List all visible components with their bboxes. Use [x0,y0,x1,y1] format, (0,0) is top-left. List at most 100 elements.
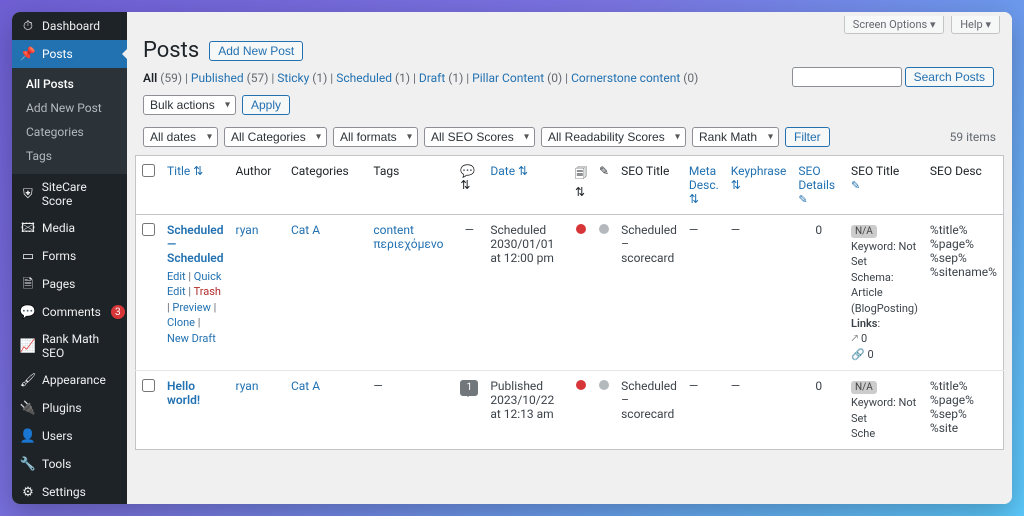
date-cell: Scheduled 2030/01/01 at 12:00 pm [484,215,569,371]
sidebar-item-dashboard[interactable]: ⏱ Dashboard [12,12,127,40]
forms-icon: ▭ [20,248,36,264]
label: Posts [42,47,73,61]
help-tab[interactable]: Help ▾ [951,16,1000,34]
filter-scheduled[interactable]: Scheduled [336,71,392,85]
sidebar-item-rankmath[interactable]: 📈 Rank Math SEO [12,326,127,366]
status-filter-links: All (59) | Published (57) | Sticky (1) |… [127,71,1012,91]
sidebar-item-posts[interactable]: 📌 Posts [12,40,127,68]
action-preview[interactable]: Preview [172,301,210,314]
row-checkbox[interactable] [142,379,155,392]
sidebar-item-comments[interactable]: 💬 Comments 3 [12,298,127,326]
filter-cornerstone[interactable]: Cornerstone content [571,71,680,85]
media-icon: 🖾 [20,220,36,236]
post-title-link[interactable]: Scheduled — Scheduled [167,223,224,265]
meta-desc-cell: — [683,371,725,450]
search-group: Search Posts [792,67,994,87]
table-row: Hello world! ryan Cat A — 1 Published 20… [136,371,1004,450]
category-link[interactable]: Cat A [291,379,320,393]
filter-published[interactable]: Published [191,71,244,85]
label: Pages [42,277,75,291]
apply-bulk-button[interactable]: Apply [242,95,290,115]
select-all-checkbox[interactable] [142,164,155,177]
label: SiteCare Score [42,180,119,208]
filter-categories[interactable]: All Categories [224,127,327,147]
comments-badge: 3 [111,305,125,319]
sidebar-item-tools[interactable]: 🔧 Tools [12,450,127,478]
wrench-icon: 🔧 [20,456,36,472]
readability-dot [599,224,609,234]
action-clone[interactable]: Clone [167,316,195,329]
filter-formats[interactable]: All formats [333,127,418,147]
sidebar-item-sitecare[interactable]: ⛨ SiteCare Score [12,174,127,214]
label: Users [42,429,73,443]
col-title[interactable]: Title ⇅ [167,164,203,178]
filter-button[interactable]: Filter [785,127,830,147]
sidebar-item-plugins[interactable]: 🔌 Plugins [12,394,127,422]
na-pill: N/A [851,381,877,394]
col-date[interactable]: Date ⇅ [490,164,528,178]
label: Rank Math SEO [42,332,119,360]
filter-seo-scores[interactable]: All SEO Scores [424,127,535,147]
pencil-icon[interactable]: ✎ [798,193,807,206]
user-icon: 👤 [20,428,36,444]
search-button[interactable]: Search Posts [905,67,994,87]
comments-cell[interactable]: 1 [454,371,484,450]
action-new-draft[interactable]: New Draft [167,332,216,345]
author-link[interactable]: ryan [236,223,259,237]
search-input[interactable] [792,67,902,87]
sub-add-new[interactable]: Add New Post [12,96,127,120]
filter-dates[interactable]: All dates [143,127,218,147]
col-icon2[interactable]: ✎ [593,156,615,215]
seo-title-cell: Scheduled – scorecard [615,215,683,371]
sub-tags[interactable]: Tags [12,144,127,168]
col-categories: Categories [285,156,367,215]
posts-table: Title ⇅ Author Categories Tags 💬 ⇅ Date … [135,155,1004,450]
internal-link-icon: 🔗 [851,348,865,361]
col-seo-title2[interactable]: SEO Title✎ [845,156,924,215]
sidebar-item-appearance[interactable]: 🖌 Appearance [12,366,127,394]
sub-categories[interactable]: Categories [12,120,127,144]
filter-sticky[interactable]: Sticky [277,71,309,85]
col-seo-details[interactable]: SEO Details [798,164,835,192]
col-seo-title: SEO Title [615,156,683,215]
sub-all-posts[interactable]: All Posts [12,72,127,96]
sidebar-item-pages[interactable]: 🗎 Pages [12,270,127,298]
seo-details-cell: N/A Keyword: Not Set Sche [845,371,924,450]
col-meta-desc[interactable]: Meta Desc. [689,164,719,192]
comments-cell: — [454,215,484,371]
sidebar-item-settings[interactable]: ⚙ Settings [12,478,127,504]
items-count: 59 items [950,130,996,144]
external-link-icon: 🡕 [851,332,858,345]
tag-link[interactable]: content περιεχόμενο [373,223,443,251]
filter-pillar[interactable]: Pillar Content [472,71,544,85]
col-keyphrase[interactable]: Keyphrase [731,164,787,178]
sidebar-item-media[interactable]: 🖾 Media [12,214,127,242]
post-title-link[interactable]: Hello world! [167,379,200,407]
date-cell: Published 2023/10/22 at 12:13 am [484,371,569,450]
action-edit[interactable]: Edit [167,270,186,283]
filter-all[interactable]: All [143,71,157,85]
sidebar-item-users[interactable]: 👤 Users [12,422,127,450]
sidebar-item-forms[interactable]: ▭ Forms [12,242,127,270]
table-row: Scheduled — Scheduled Edit | Quick Edit … [136,215,1004,371]
screen-options-tab[interactable]: Screen Options ▾ [844,16,945,34]
col-comments[interactable]: 💬 ⇅ [454,156,484,215]
page-icon: 🗎 [20,276,36,292]
filter-draft[interactable]: Draft [419,71,445,85]
col-icon1[interactable]: 🗐 ⇅ [569,156,593,215]
row-checkbox[interactable] [142,223,155,236]
author-link[interactable]: ryan [236,379,259,393]
score-cell: 0 [792,371,845,450]
filter-rankmath[interactable]: Rank Math [692,127,779,147]
filter-readability[interactable]: All Readability Scores [541,127,686,147]
seo-title-cell: Scheduled – scorecard [615,371,683,450]
seo-score-dot [576,380,586,390]
bulk-actions-select[interactable]: Bulk actions [143,95,236,115]
seo-details-cell: N/A Keyword: Not Set Schema: Article (Bl… [845,215,924,371]
add-new-post-button[interactable]: Add New Post [209,41,303,61]
score-cell: 0 [792,215,845,371]
category-link[interactable]: Cat A [291,223,320,237]
action-trash[interactable]: Trash [194,285,221,298]
label: Plugins [42,401,82,415]
label: Appearance [42,373,106,387]
